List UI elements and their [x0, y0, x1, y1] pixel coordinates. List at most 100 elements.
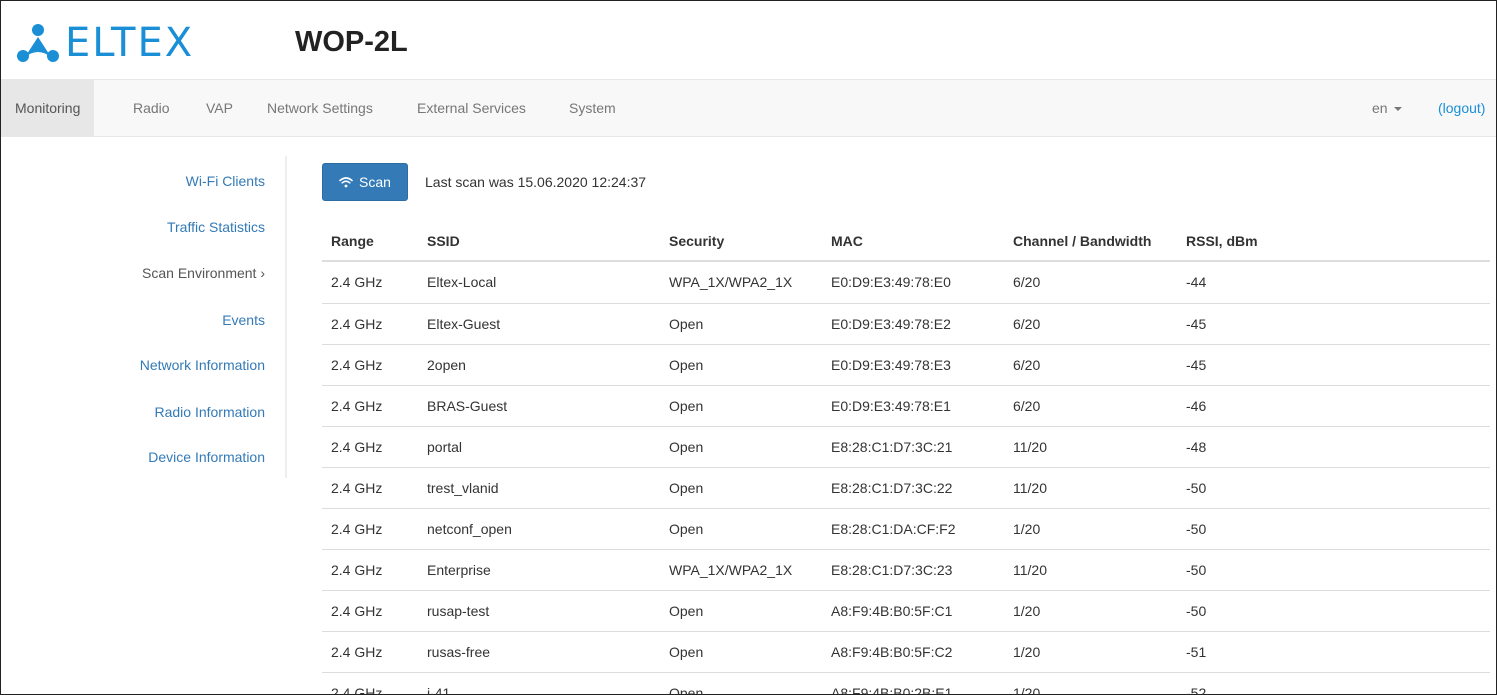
cell-ssid: i-41	[427, 685, 451, 695]
cell-rssi: -51	[1186, 644, 1207, 660]
cell-channel-bandwidth: 6/20	[1013, 398, 1041, 414]
cell-security: Open	[669, 685, 704, 695]
table-body: 2.4 GHz Eltex-Local WPA_1X/WPA2_1X E0:D9:E3…	[322, 262, 1490, 695]
sidebar-item-radio-information[interactable]: Radio Information	[154, 402, 265, 422]
cell-security: Open	[669, 603, 704, 619]
scan-button[interactable]: Scan	[322, 163, 408, 201]
wifi-icon	[339, 177, 353, 188]
table-row: 2.4 GHz i-41 Open A8:F9:4B:B0:2B:E1 1/20 -52	[322, 672, 1490, 695]
column-header-range[interactable]: Range	[331, 223, 374, 260]
chevron-down-icon	[1393, 107, 1402, 112]
cell-ssid: BRAS-Guest	[427, 398, 508, 414]
top-navbar: Monitoring Radio VAP Network Settings Ex…	[1, 79, 1496, 137]
cell-range: 2.4 GHz	[331, 603, 383, 619]
cell-range: 2.4 GHz	[331, 562, 383, 578]
cell-mac: A8:F9:4B:B0:2B:E1	[831, 685, 953, 695]
language-dropdown[interactable]: en	[1372, 80, 1402, 136]
last-scan-text: Last scan was 15.06.2020 12:24:37	[425, 174, 647, 190]
cell-range: 2.4 GHz	[331, 521, 383, 537]
table-row: 2.4 GHz portal Open E8:28:C1:D7:3C:21 11/20 -…	[322, 426, 1490, 467]
cell-mac: E0:D9:E3:49:78:E0	[831, 274, 951, 290]
cell-range: 2.4 GHz	[331, 644, 383, 660]
cell-security: Open	[669, 480, 704, 496]
cell-ssid: rusap-test	[427, 603, 490, 619]
cell-security: Open	[669, 316, 704, 332]
cell-ssid: rusas-free	[427, 644, 491, 660]
cell-rssi: -50	[1186, 480, 1207, 496]
cell-channel-bandwidth: 11/20	[1013, 562, 1047, 578]
cell-ssid: 2open	[427, 357, 466, 373]
column-header-rssi[interactable]: RSSI, dBm	[1186, 223, 1258, 260]
cell-security: Open	[669, 357, 704, 373]
cell-mac: E8:28:C1:D7:3C:23	[831, 562, 953, 578]
nav-external-services[interactable]: External Services	[403, 80, 540, 136]
table-row: 2.4 GHz rusap-test Open A8:F9:4B:B0:5F:C1 1/…	[322, 590, 1490, 631]
cell-rssi: -48	[1186, 439, 1207, 455]
cell-range: 2.4 GHz	[331, 357, 383, 373]
cell-ssid: Eltex-Guest	[427, 316, 501, 332]
table-row: 2.4 GHz BRAS-Guest Open E0:D9:E3:49:78:E1 6/…	[322, 385, 1490, 426]
column-header-mac[interactable]: MAC	[831, 223, 863, 260]
cell-ssid: Eltex-Local	[427, 274, 497, 290]
cell-rssi: -50	[1186, 521, 1207, 537]
column-header-ssid[interactable]: SSID	[427, 223, 460, 260]
cell-mac: E0:D9:E3:49:78:E1	[831, 398, 951, 414]
cell-channel-bandwidth: 1/20	[1013, 685, 1041, 695]
logout-link[interactable]: (logout)	[1438, 80, 1485, 136]
cell-security: Open	[669, 398, 704, 414]
cell-channel-bandwidth: 6/20	[1013, 357, 1041, 373]
cell-mac: E8:28:C1:DA:CF:F2	[831, 521, 956, 537]
cell-mac: E8:28:C1:D7:3C:21	[831, 439, 953, 455]
language-label: en	[1372, 100, 1388, 116]
cell-range: 2.4 GHz	[331, 439, 383, 455]
cell-channel-bandwidth: 1/20	[1013, 644, 1041, 660]
cell-channel-bandwidth: 6/20	[1013, 274, 1041, 290]
cell-rssi: -52	[1186, 685, 1207, 695]
scan-results-table: Range SSID Security MAC Channel / Bandwi…	[322, 223, 1490, 695]
eltex-logo-icon	[17, 24, 59, 62]
cell-range: 2.4 GHz	[331, 316, 383, 332]
nav-system[interactable]: System	[555, 80, 630, 136]
table-row: 2.4 GHz trest_vlanid Open E8:28:C1:D7:3C:22…	[322, 467, 1490, 508]
cell-channel-bandwidth: 1/20	[1013, 603, 1041, 619]
scan-button-label: Scan	[359, 174, 391, 190]
page: ELTEX WOP-2L Monitoring Radio VAP Networ…	[0, 0, 1497, 695]
cell-security: WPA_1X/WPA2_1X	[669, 562, 793, 578]
cell-ssid: Enterprise	[427, 562, 491, 578]
cell-mac: E8:28:C1:D7:3C:22	[831, 480, 953, 496]
sidebar-item-device-information[interactable]: Device Information	[148, 447, 265, 467]
sidebar-item-network-information[interactable]: Network Information	[140, 355, 265, 375]
cell-range: 2.4 GHz	[331, 480, 383, 496]
sidebar: Wi-Fi Clients Traffic Statistics Scan En…	[1, 156, 287, 478]
cell-range: 2.4 GHz	[331, 685, 383, 695]
cell-channel-bandwidth: 1/20	[1013, 521, 1041, 537]
table-header: Range SSID Security MAC Channel / Bandwi…	[322, 223, 1490, 262]
sidebar-item-traffic-statistics[interactable]: Traffic Statistics	[167, 217, 265, 237]
cell-rssi: -45	[1186, 357, 1207, 373]
cell-rssi: -46	[1186, 398, 1207, 414]
nav-network-settings[interactable]: Network Settings	[253, 80, 387, 136]
cell-mac: E0:D9:E3:49:78:E2	[831, 316, 951, 332]
nav-radio[interactable]: Radio	[119, 80, 184, 136]
cell-ssid: trest_vlanid	[427, 480, 499, 496]
cell-rssi: -45	[1186, 316, 1207, 332]
logo[interactable]: ELTEX	[15, 23, 194, 63]
table-row: 2.4 GHz netconf_open Open E8:28:C1:DA:CF:F2…	[322, 508, 1490, 549]
table-row: 2.4 GHz Enterprise WPA_1X/WPA2_1X E8:28:C1:…	[322, 549, 1490, 590]
sidebar-item-scan-environment[interactable]: Scan Environment ›	[142, 263, 265, 283]
cell-mac: A8:F9:4B:B0:5F:C2	[831, 644, 953, 660]
cell-ssid: netconf_open	[427, 521, 512, 537]
cell-rssi: -50	[1186, 603, 1207, 619]
table-row: 2.4 GHz Eltex-Guest Open E0:D9:E3:49:78:E2 6…	[322, 303, 1490, 344]
cell-channel-bandwidth: 6/20	[1013, 316, 1041, 332]
table-row: 2.4 GHz Eltex-Local WPA_1X/WPA2_1X E0:D9:E3…	[322, 262, 1490, 303]
sidebar-item-wifi-clients[interactable]: Wi-Fi Clients	[186, 171, 265, 191]
table-row: 2.4 GHz rusas-free Open A8:F9:4B:B0:5F:C2 1/…	[322, 631, 1490, 672]
column-header-security[interactable]: Security	[669, 223, 724, 260]
cell-range: 2.4 GHz	[331, 398, 383, 414]
nav-vap[interactable]: VAP	[192, 80, 247, 136]
nav-monitoring[interactable]: Monitoring	[1, 80, 95, 136]
sidebar-item-events[interactable]: Events	[222, 310, 265, 330]
header: ELTEX WOP-2L	[1, 1, 1496, 79]
column-header-channel-bandwidth[interactable]: Channel / Bandwidth	[1013, 223, 1151, 260]
